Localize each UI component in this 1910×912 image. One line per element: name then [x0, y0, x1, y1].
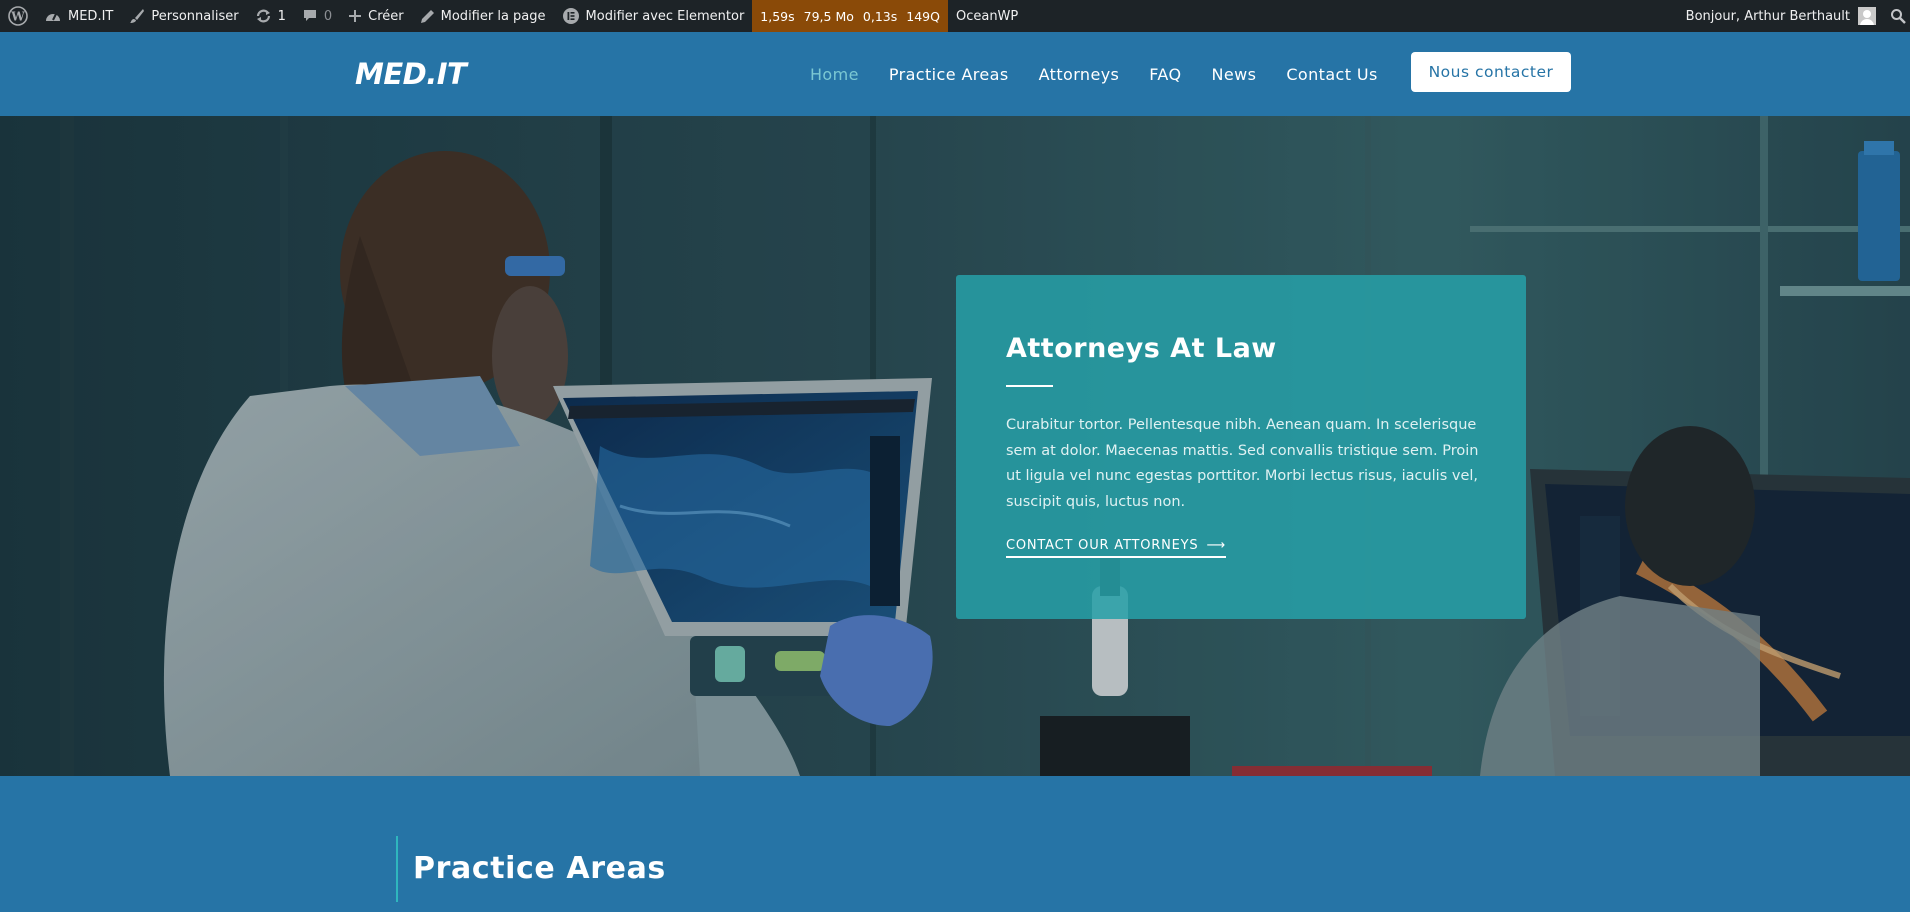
- updates-icon: [256, 9, 270, 23]
- contact-button[interactable]: Nous contacter: [1411, 52, 1571, 92]
- section-accent-bar: [396, 836, 398, 902]
- site-header: MED.IT Home Practice Areas Attorneys FAQ…: [0, 32, 1910, 116]
- hero-card: Attorneys At Law Curabitur tortor. Pelle…: [956, 275, 1526, 619]
- contact-attorneys-link[interactable]: CONTACT OUR ATTORNEYS ⟶: [1006, 538, 1226, 558]
- hero-divider: [1006, 385, 1053, 387]
- admin-edit-elementor[interactable]: Modifier avec Elementor: [554, 0, 753, 32]
- hero-title: Attorneys At Law: [1006, 333, 1277, 364]
- hero-section: Attorneys At Law Curabitur tortor. Pelle…: [0, 116, 1910, 776]
- perf-memory: 79,5 Mo: [803, 8, 854, 24]
- pencil-icon: [420, 9, 434, 23]
- arrow-right-icon: ⟶: [1206, 538, 1226, 553]
- perf-time: 1,59s: [760, 8, 795, 24]
- admin-theme-label: OceanWP: [955, 8, 1019, 24]
- perf-queries: 149Q: [906, 8, 940, 24]
- nav-faq[interactable]: FAQ: [1149, 65, 1181, 84]
- admin-edit-page[interactable]: Modifier la page: [412, 0, 554, 32]
- main-nav: Home Practice Areas Attorneys FAQ News C…: [810, 32, 1408, 116]
- nav-news[interactable]: News: [1212, 65, 1257, 84]
- admin-new[interactable]: Créer: [340, 0, 411, 32]
- perf-query-time: 0,13s: [862, 8, 898, 24]
- svg-text:W: W: [10, 10, 25, 24]
- admin-site-name[interactable]: MED.IT: [36, 0, 121, 32]
- admin-account[interactable]: Bonjour, Arthur Berthault: [1678, 0, 1884, 32]
- admin-edit-elementor-label: Modifier avec Elementor: [585, 8, 745, 24]
- practice-areas-section: Practice Areas: [0, 776, 1910, 912]
- nav-home[interactable]: Home: [810, 65, 859, 84]
- wordpress-logo-icon[interactable]: W: [0, 0, 36, 32]
- site-logo[interactable]: MED.IT: [355, 57, 467, 91]
- admin-updates[interactable]: 1: [247, 0, 294, 32]
- admin-comments[interactable]: 0: [294, 0, 340, 32]
- admin-edit-page-label: Modifier la page: [440, 8, 546, 24]
- avatar: [1858, 7, 1876, 25]
- admin-theme[interactable]: OceanWP: [948, 0, 1026, 32]
- comment-icon: [303, 10, 316, 21]
- nav-practice-areas[interactable]: Practice Areas: [889, 65, 1009, 84]
- admin-search[interactable]: [1884, 0, 1910, 32]
- contact-attorneys-label: CONTACT OUR ATTORNEYS: [1006, 538, 1199, 553]
- brush-icon: [130, 9, 145, 23]
- wp-admin-bar: W MED.IT Personnaliser 1 0 Créer Modifie…: [0, 0, 1910, 32]
- admin-new-label: Créer: [368, 8, 404, 24]
- nav-contact-us[interactable]: Contact Us: [1286, 65, 1377, 84]
- hero-description: Curabitur tortor. Pellentesque nibh. Aen…: [1006, 417, 1479, 510]
- nav-attorneys[interactable]: Attorneys: [1039, 65, 1120, 84]
- admin-customize[interactable]: Personnaliser: [121, 0, 246, 32]
- search-icon: [1891, 9, 1906, 24]
- elementor-icon: [562, 8, 579, 24]
- hero-background-image: [0, 116, 1910, 776]
- admin-site-name-label: MED.IT: [68, 8, 114, 24]
- plus-icon: [349, 10, 362, 22]
- admin-customize-label: Personnaliser: [151, 8, 239, 24]
- practice-areas-heading: Practice Areas: [413, 851, 666, 886]
- admin-comments-count: 0: [323, 8, 333, 24]
- admin-greeting: Bonjour, Arthur Berthault: [1685, 8, 1850, 24]
- query-monitor-perf[interactable]: 1,59s 79,5 Mo 0,13s 149Q: [752, 0, 948, 32]
- admin-updates-count: 1: [277, 8, 286, 24]
- dashboard-icon: [46, 13, 60, 21]
